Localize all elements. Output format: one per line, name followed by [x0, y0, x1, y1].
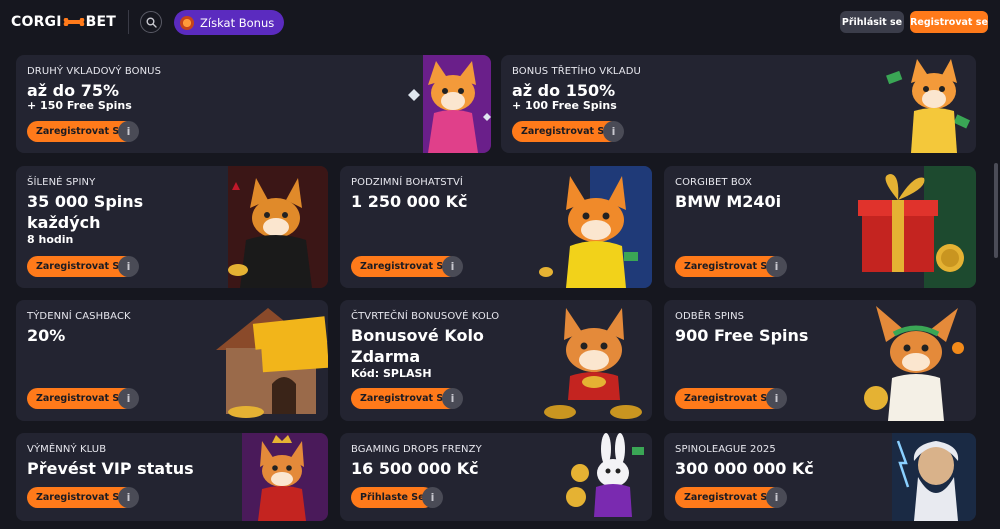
- info-button[interactable]: i: [422, 487, 443, 508]
- card-extra: + 150 Free Spins: [27, 99, 132, 112]
- promo-card-corgibet-box[interactable]: CORGIBET BOX BMW M240i Zaregistrovat Se …: [664, 166, 976, 288]
- corgi-money-icon: [886, 59, 971, 153]
- promo-card-bgaming-drops-frenzy[interactable]: BGAMING DROPS FRENZY 16 500 000 Kč Přihl…: [340, 433, 652, 521]
- corgi-vampire-icon: [228, 166, 328, 288]
- page-scrollbar[interactable]: [994, 163, 998, 258]
- info-button[interactable]: i: [118, 388, 139, 409]
- card-title: Převést VIP status: [27, 459, 194, 478]
- header-divider: [128, 10, 129, 34]
- card-title: 16 500 000 Kč: [351, 459, 479, 478]
- bone-icon: [62, 18, 85, 26]
- info-button[interactable]: i: [766, 256, 787, 277]
- logo-text-left: CORGI: [11, 14, 62, 30]
- register-button[interactable]: Registrovat se: [910, 11, 988, 33]
- corgi-king-icon: [242, 433, 328, 521]
- card-extra: 8 hodin: [27, 233, 74, 246]
- card-title: 900 Free Spins: [675, 326, 809, 345]
- promo-card-spinoleague[interactable]: SPINOLEAGUE 2025 300 000 000 Kč Zaregist…: [664, 433, 976, 521]
- promo-card-third-deposit[interactable]: BONUS TŘETÍHO VKLADU až do 150% + 100 Fr…: [501, 55, 976, 153]
- top-header: CORGI BET Získat Bonus Přihlásit se Regi…: [0, 0, 1000, 44]
- card-extra: + 100 Free Spins: [512, 99, 617, 112]
- card-subtitle: PODZIMNÍ BOHATSTVÍ: [351, 177, 463, 188]
- corgi-coins-icon: [544, 308, 642, 419]
- get-bonus-button[interactable]: Získat Bonus: [174, 10, 284, 35]
- info-button[interactable]: i: [442, 256, 463, 277]
- info-button[interactable]: i: [766, 487, 787, 508]
- card-subtitle: TÝDENNÍ CASHBACK: [27, 311, 131, 322]
- card-subtitle: BGAMING DROPS FRENZY: [351, 444, 482, 455]
- card-subtitle: ŠÍLENÉ SPINY: [27, 177, 96, 188]
- rabbit-icon: [566, 433, 644, 517]
- info-button[interactable]: i: [442, 388, 463, 409]
- card-title: až do 150%: [512, 81, 616, 100]
- login-button[interactable]: Přihlásit se: [840, 11, 904, 33]
- card-title-line2: každých: [27, 213, 101, 232]
- search-icon: [146, 17, 157, 28]
- card-title: Bonusové Kolo: [351, 326, 484, 345]
- corgi-yellow-shirt-icon: [539, 166, 652, 288]
- card-title-line2: Zdarma: [351, 347, 421, 366]
- card-title: 300 000 000 Kč: [675, 459, 814, 478]
- promo-card-crazy-spins[interactable]: ŠÍLENÉ SPINY 35 000 Spins každých 8 hodi…: [16, 166, 328, 288]
- promo-card-weekly-cashback[interactable]: TÝDENNÍ CASHBACK 20% Zaregistrovat Se i: [16, 300, 328, 421]
- promo-card-autumn-riches[interactable]: PODZIMNÍ BOHATSTVÍ 1 250 000 Kč Zaregist…: [340, 166, 652, 288]
- info-button[interactable]: i: [603, 121, 624, 142]
- corgibet-logo[interactable]: CORGI BET: [11, 14, 116, 30]
- zeus-icon: [892, 433, 976, 521]
- card-subtitle: SPINOLEAGUE 2025: [675, 444, 776, 455]
- info-button[interactable]: i: [118, 121, 139, 142]
- card-title: BMW M240i: [675, 192, 782, 211]
- cashback-house-icon: [216, 308, 328, 418]
- card-title: 1 250 000 Kč: [351, 192, 468, 211]
- card-title: 20%: [27, 326, 66, 345]
- info-button[interactable]: i: [118, 487, 139, 508]
- card-subtitle: ODBĚR SPINS: [675, 311, 745, 322]
- card-subtitle: VÝMĚNNÝ KLUB: [27, 444, 107, 455]
- logo-text-right: BET: [85, 14, 117, 30]
- info-button[interactable]: i: [118, 256, 139, 277]
- info-button[interactable]: i: [766, 388, 787, 409]
- search-button[interactable]: [140, 11, 162, 33]
- card-subtitle: BONUS TŘETÍHO VKLADU: [512, 66, 641, 77]
- get-bonus-label: Získat Bonus: [200, 15, 275, 30]
- card-title: 35 000 Spins: [27, 192, 144, 211]
- promo-card-exchange-club[interactable]: VÝMĚNNÝ KLUB Převést VIP status Zaregist…: [16, 433, 328, 521]
- card-title: až do 75%: [27, 81, 119, 100]
- corgi-laurel-icon: [864, 306, 964, 421]
- card-subtitle: DRUHÝ VKLADOVÝ BONUS: [27, 66, 162, 77]
- gift-icon: [180, 15, 194, 30]
- promo-card-second-deposit[interactable]: DRUHÝ VKLADOVÝ BONUS až do 75% + 150 Fre…: [16, 55, 491, 153]
- corgi-pink-dress-icon: [408, 55, 491, 153]
- card-subtitle: ČTVRTEČNÍ BONUSOVÉ KOLO: [351, 311, 500, 322]
- gift-box-icon: [858, 166, 976, 288]
- card-promo-code: Kód: SPLASH: [351, 367, 432, 380]
- promo-card-spins-subscription[interactable]: ODBĚR SPINS 900 Free Spins Zaregistrovat…: [664, 300, 976, 421]
- promo-card-thursday-bonus-round[interactable]: ČTVRTEČNÍ BONUSOVÉ KOLO Bonusové Kolo Zd…: [340, 300, 652, 421]
- card-subtitle: CORGIBET BOX: [675, 177, 752, 188]
